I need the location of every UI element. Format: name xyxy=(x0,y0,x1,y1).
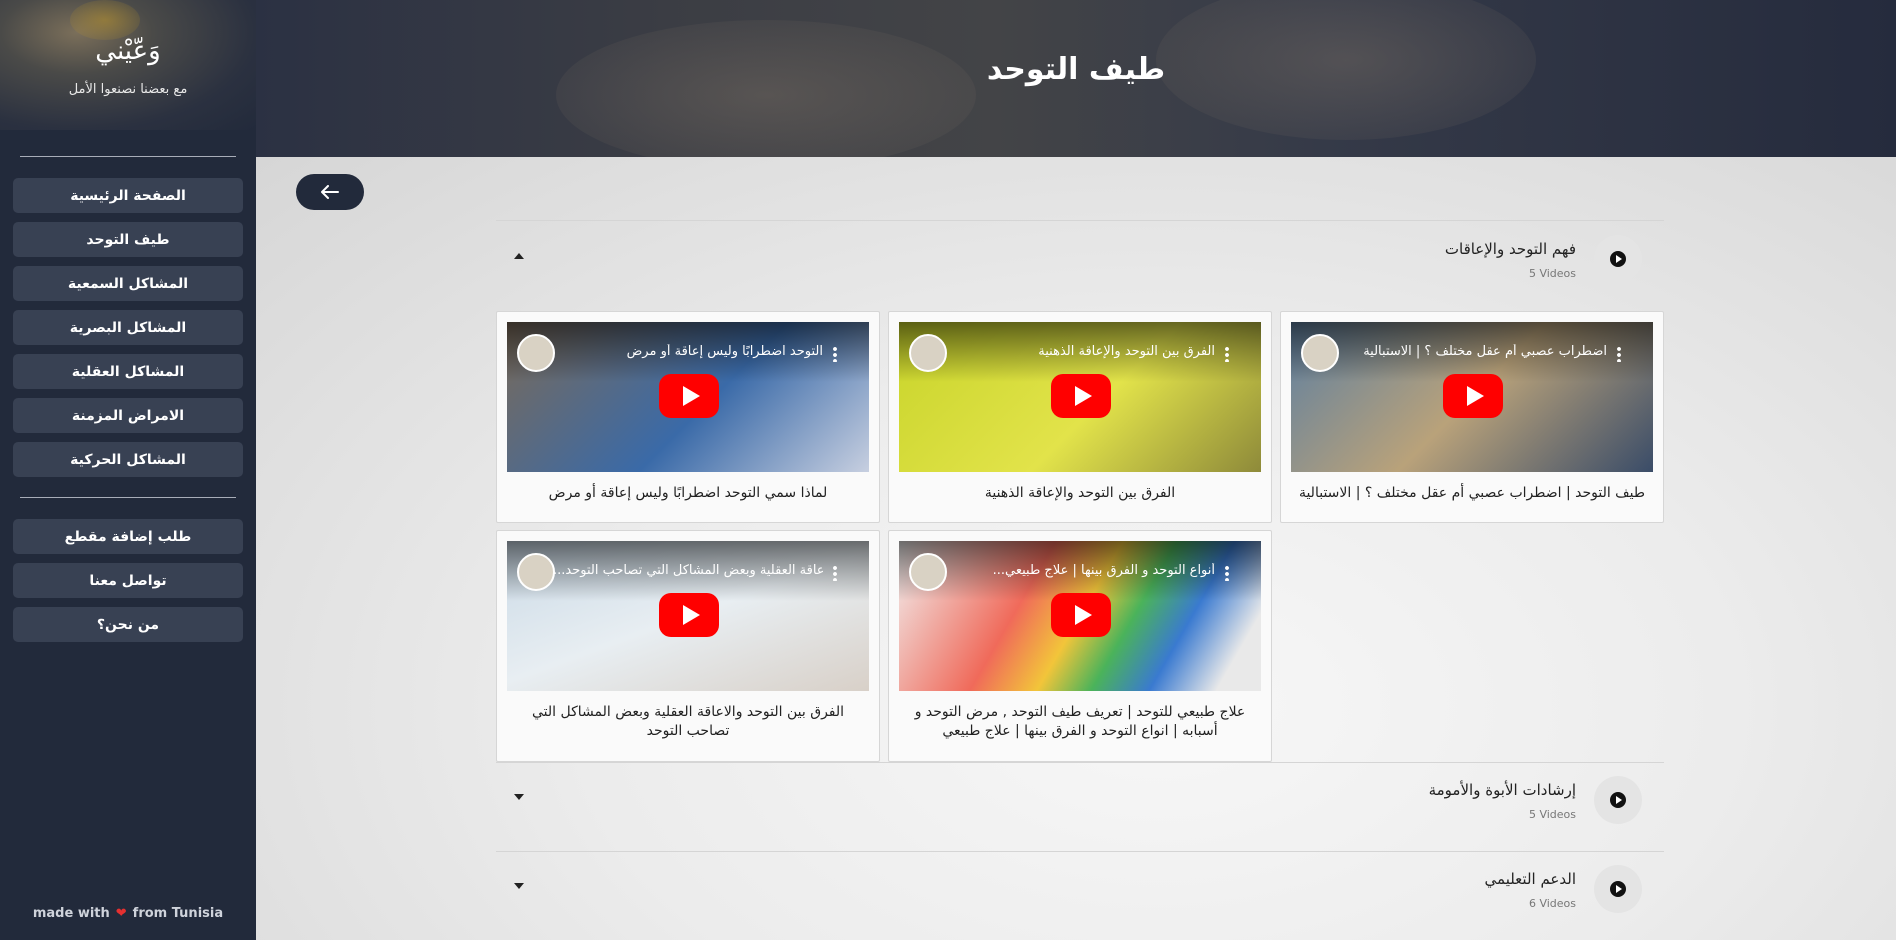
youtube-play-button[interactable] xyxy=(659,593,719,637)
page-header: طيف التوحد xyxy=(256,0,1896,157)
play-circle-icon xyxy=(1594,776,1642,824)
video-overlay-title[interactable]: اضطراب عصبي أم عقل مختلف ؟ | الاستبالية xyxy=(1337,344,1607,359)
video-card[interactable]: الفرق بين التوحد والإعاقة الذهنية الفرق … xyxy=(888,311,1272,523)
main-content: فهم التوحد والإعاقات 5 Videos اضطراب عصب… xyxy=(256,157,1896,940)
play-circle-icon xyxy=(1594,235,1642,283)
video-caption: طيف التوحد | اضطراب عصبي أم عقل مختلف ؟ … xyxy=(1298,485,1646,501)
chevron-up-icon[interactable] xyxy=(514,253,524,259)
play-circle-icon xyxy=(1594,865,1642,913)
section-header-understanding[interactable]: فهم التوحد والإعاقات 5 Videos xyxy=(496,221,1664,291)
sidebar: وَعّيْني مع بعضنا نصنعوا الأمل الصفحة ال… xyxy=(0,0,256,940)
video-card[interactable]: التوحد اضطرابًا وليس إعاقة أو مرض لماذا … xyxy=(496,311,880,523)
video-overlay-title[interactable]: التوحد اضطرابًا وليس إعاقة أو مرض xyxy=(553,344,823,359)
more-options-icon[interactable] xyxy=(1617,346,1621,362)
video-caption: الفرق بين التوحد والإعاقة الذهنية xyxy=(984,485,1176,501)
heart-icon: ❤ xyxy=(115,906,127,921)
more-options-icon[interactable] xyxy=(833,346,837,362)
section-title: الدعم التعليمي xyxy=(1484,870,1576,888)
request-video-button[interactable]: طلب إضافة مقطع xyxy=(13,519,243,554)
video-thumbnail[interactable]: التوحد اضطرابًا وليس إعاقة أو مرض xyxy=(507,322,869,472)
video-card[interactable]: ...الفرق بين التوحد والاعاقة العقلية وبع… xyxy=(496,530,880,762)
section-header-parenting[interactable]: إرشادات الأبوة والأمومة 5 Videos xyxy=(496,762,1664,832)
channel-avatar[interactable] xyxy=(909,334,947,372)
section-video-count: 6 Videos xyxy=(1528,897,1576,910)
video-thumbnail[interactable]: الفرق بين التوحد والإعاقة الذهنية xyxy=(899,322,1261,472)
header-background-image xyxy=(556,20,976,157)
section-video-count: 5 Videos xyxy=(1528,267,1576,280)
video-card[interactable]: ...أنواع التوحد و الفرق بينها | علاج طبي… xyxy=(888,530,1272,762)
video-thumbnail[interactable]: ...الفرق بين التوحد والاعاقة العقلية وبع… xyxy=(507,541,869,691)
page-title: طيف التوحد xyxy=(986,52,1166,87)
channel-avatar[interactable] xyxy=(909,553,947,591)
chevron-down-icon[interactable] xyxy=(514,883,524,889)
arrow-left-icon xyxy=(321,185,339,199)
section-video-count: 5 Videos xyxy=(1528,808,1576,821)
video-overlay-title[interactable]: الفرق بين التوحد والإعاقة الذهنية xyxy=(945,344,1215,359)
nav-mental[interactable]: المشاكل العقلية xyxy=(13,354,243,389)
youtube-play-button[interactable] xyxy=(1051,593,1111,637)
nav-motor[interactable]: المشاكل الحركية xyxy=(13,442,243,477)
footer-credit: made with ❤ from Tunisia xyxy=(0,906,256,921)
youtube-play-button[interactable] xyxy=(1051,374,1111,418)
contact-button[interactable]: تواصل معنا xyxy=(13,563,243,598)
from-text: from Tunisia xyxy=(132,906,224,921)
back-button[interactable] xyxy=(296,174,364,210)
section-title: فهم التوحد والإعاقات xyxy=(1444,240,1576,258)
brand-tagline: مع بعضنا نصنعوا الأمل xyxy=(68,82,188,97)
video-overlay-title[interactable]: ...الفرق بين التوحد والاعاقة العقلية وبع… xyxy=(553,563,823,578)
more-options-icon[interactable] xyxy=(1225,346,1229,362)
channel-avatar[interactable] xyxy=(517,553,555,591)
video-overlay-title[interactable]: ...أنواع التوحد و الفرق بينها | علاج طبي… xyxy=(945,563,1215,578)
nav-autism[interactable]: طيف التوحد xyxy=(13,222,243,257)
youtube-play-button[interactable] xyxy=(659,374,719,418)
more-options-icon[interactable] xyxy=(833,565,837,581)
brand-logo-text[interactable]: وَعّيْني xyxy=(0,36,256,66)
nav-hearing[interactable]: المشاكل السمعية xyxy=(13,266,243,301)
video-caption: لماذا سمي التوحد اضطرابًا وليس إعاقة أو … xyxy=(548,485,828,501)
channel-avatar[interactable] xyxy=(517,334,555,372)
nav-chronic[interactable]: الامراض المزمنة xyxy=(13,398,243,433)
nav-visual[interactable]: المشاكل البصرية xyxy=(13,310,243,345)
video-caption: علاج طبيعي للتوحد | تعريف طيف التوحد , م… xyxy=(914,704,1246,739)
video-thumbnail[interactable]: اضطراب عصبي أم عقل مختلف ؟ | الاستبالية xyxy=(1291,322,1653,472)
chevron-down-icon[interactable] xyxy=(514,794,524,800)
channel-avatar[interactable] xyxy=(1301,334,1339,372)
about-button[interactable]: من نحن؟ xyxy=(13,607,243,642)
more-options-icon[interactable] xyxy=(1225,565,1229,581)
video-caption: الفرق بين التوحد والاعاقة العقلية وبعض ا… xyxy=(531,704,845,739)
section-header-education[interactable]: الدعم التعليمي 6 Videos xyxy=(496,851,1664,921)
sidebar-divider xyxy=(20,497,236,498)
nav-home[interactable]: الصفحة الرئيسية xyxy=(13,178,243,213)
video-card[interactable]: اضطراب عصبي أم عقل مختلف ؟ | الاستبالية … xyxy=(1280,311,1664,523)
sidebar-divider xyxy=(20,156,236,157)
youtube-play-button[interactable] xyxy=(1443,374,1503,418)
section-title: إرشادات الأبوة والأمومة xyxy=(1428,781,1576,799)
video-thumbnail[interactable]: ...أنواع التوحد و الفرق بينها | علاج طبي… xyxy=(899,541,1261,691)
made-with-text: made with xyxy=(32,906,110,921)
